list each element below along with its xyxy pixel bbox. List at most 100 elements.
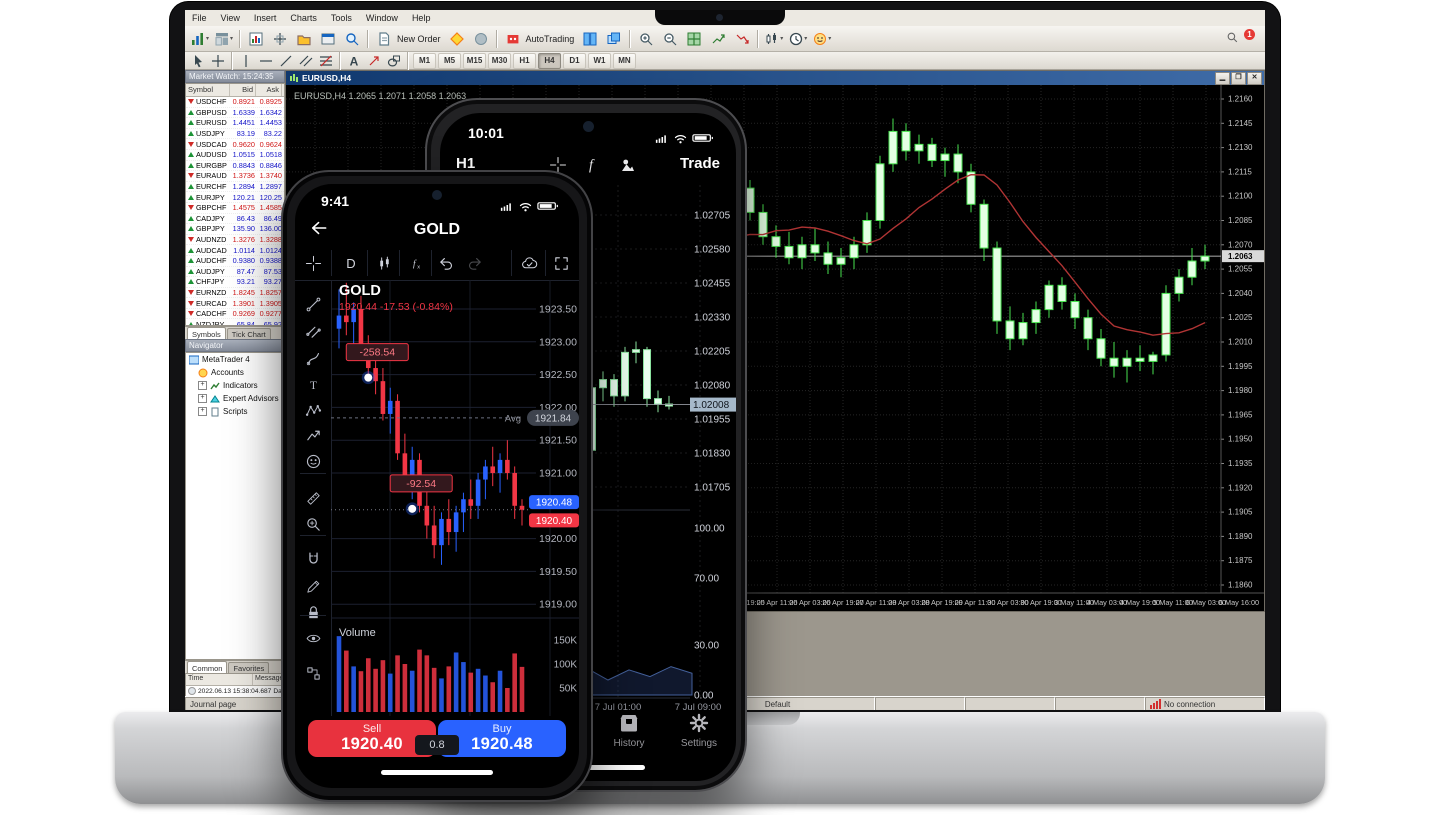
market-watch-button[interactable] xyxy=(245,28,267,50)
timeframe-m1-button[interactable]: M1 xyxy=(413,53,436,69)
timeframe-m5-button[interactable]: M5 xyxy=(438,53,461,69)
zoom-in-icon[interactable] xyxy=(302,513,324,535)
objects-tree-icon[interactable] xyxy=(302,662,324,684)
chart-type-button[interactable]: ▾ xyxy=(763,28,785,50)
restore-button[interactable]: ❐ xyxy=(1231,72,1246,85)
cursor-button[interactable] xyxy=(189,53,207,69)
symbol-row[interactable]: USDCHF0.89210.8925 xyxy=(186,97,284,108)
forecast-icon[interactable] xyxy=(302,424,324,446)
timeframe-d1-button[interactable]: D1 xyxy=(563,53,586,69)
expander-icon[interactable]: + xyxy=(198,381,207,390)
crosshair-icon[interactable] xyxy=(302,252,324,274)
symbol-row[interactable]: CHFJPY93.2193.27 xyxy=(186,277,284,288)
arrange-desc-button[interactable] xyxy=(731,28,753,50)
symbol-row[interactable]: USDCAD0.96200.9624 xyxy=(186,139,284,150)
equidistant-channel-button[interactable] xyxy=(297,53,315,69)
profiles-button[interactable]: ▾ xyxy=(213,28,235,50)
candles-icon[interactable] xyxy=(373,252,395,274)
timeframe-m30-button[interactable]: M30 xyxy=(488,53,511,69)
tree-item-accounts[interactable]: Accounts xyxy=(186,366,284,379)
undo-icon[interactable] xyxy=(435,252,457,274)
status-connection[interactable]: No connection xyxy=(1145,697,1265,710)
tree-item-indicators[interactable]: +Indicators xyxy=(186,379,284,392)
expander-icon[interactable]: + xyxy=(198,407,207,416)
expander-icon[interactable]: + xyxy=(198,394,207,403)
symbol-row[interactable]: EURNZD1.82451.8257 xyxy=(186,288,284,299)
symbol-row[interactable]: EURCHF1.28941.2897 xyxy=(186,182,284,193)
symbol-row[interactable]: USDJPY83.1983.22 xyxy=(186,129,284,140)
shapes-button[interactable] xyxy=(385,53,403,69)
objects-icon[interactable] xyxy=(617,154,639,176)
symbol-row[interactable]: AUDJPY87.4787.53 xyxy=(186,267,284,278)
timeframe-mn-button[interactable]: MN xyxy=(613,53,636,69)
menu-item-tools[interactable]: Tools xyxy=(324,13,359,23)
menu-item-help[interactable]: Help xyxy=(405,13,438,23)
symbol-row[interactable]: GBPJPY135.90136.00 xyxy=(186,224,284,235)
ruler-icon[interactable] xyxy=(302,487,324,509)
text-a-button[interactable]: A xyxy=(345,53,363,69)
symbol-row[interactable]: EURJPY120.21120.25 xyxy=(186,192,284,203)
tree-item-expert-advisors[interactable]: +Expert Advisors xyxy=(186,392,284,405)
xabcd-pattern-icon[interactable] xyxy=(302,399,324,421)
menu-item-charts[interactable]: Charts xyxy=(283,13,324,23)
timeframe-m15-button[interactable]: M15 xyxy=(463,53,486,69)
symbol-row[interactable]: AUDCAD1.01141.0124 xyxy=(186,245,284,256)
menu-item-window[interactable]: Window xyxy=(359,13,405,23)
function-f-icon[interactable]: f xyxy=(581,154,603,176)
text-tool-icon[interactable]: T xyxy=(302,374,324,396)
arrow-label-button[interactable] xyxy=(365,53,383,69)
symbol-row[interactable]: GBPCHF1.45751.4585 xyxy=(186,203,284,214)
search-icon[interactable] xyxy=(1226,31,1239,44)
drawing-lock-icon[interactable] xyxy=(302,575,324,597)
templates-button[interactable]: ▾ xyxy=(811,28,833,50)
menu-item-view[interactable]: View xyxy=(214,13,247,23)
arrange-asc-button[interactable] xyxy=(707,28,729,50)
full-screen-button[interactable] xyxy=(683,28,705,50)
horizontal-line-button[interactable] xyxy=(257,53,275,69)
back-arrow-icon[interactable] xyxy=(309,218,329,238)
trend-line-button[interactable] xyxy=(277,53,295,69)
terminal-panel-button[interactable] xyxy=(317,28,339,50)
symbol-row[interactable]: EURAUD1.37361.3740 xyxy=(186,171,284,182)
hide-drawings-icon[interactable] xyxy=(302,627,324,649)
home-indicator[interactable] xyxy=(381,770,493,775)
magnet-icon[interactable] xyxy=(302,548,324,570)
vertical-line-button[interactable] xyxy=(237,53,255,69)
redo-icon[interactable] xyxy=(463,252,485,274)
symbol-row[interactable]: EURCAD1.39011.3905 xyxy=(186,298,284,309)
nav-item-history[interactable]: History xyxy=(598,711,660,767)
zoom-out-button[interactable] xyxy=(659,28,681,50)
trend-line-icon[interactable] xyxy=(302,293,324,315)
autotrading-button[interactable] xyxy=(502,28,524,50)
tree-item-metatrader-4[interactable]: MetaTrader 4 xyxy=(186,353,284,366)
brush-icon[interactable] xyxy=(302,347,324,369)
symbol-row[interactable]: EURGBP0.88430.8846 xyxy=(186,161,284,172)
metaeditor-button[interactable] xyxy=(446,28,468,50)
symbol-row[interactable]: AUDUSD1.05151.0518 xyxy=(186,150,284,161)
timeframe-h4-button[interactable]: H4 xyxy=(538,53,561,69)
mql5-community-button[interactable] xyxy=(470,28,492,50)
emoji-icon[interactable] xyxy=(302,450,324,472)
period-button[interactable]: ▾ xyxy=(787,28,809,50)
symbol-row[interactable]: EURUSD1.44511.4453 xyxy=(186,118,284,129)
lock-all-icon[interactable] xyxy=(302,601,324,623)
tree-item-scripts[interactable]: +Scripts xyxy=(186,405,284,418)
timeframe-selector[interactable]: D xyxy=(340,252,362,274)
gold-chart[interactable]: 1924.001923.501923.001922.501922.001921.… xyxy=(331,280,579,716)
navigator-button[interactable] xyxy=(293,28,315,50)
symbol-row[interactable]: CADJPY86.4386.49 xyxy=(186,214,284,225)
fullscreen-icon[interactable] xyxy=(550,252,572,274)
symbol-row[interactable]: AUDNZD1.32761.3288 xyxy=(186,235,284,246)
data-window-button[interactable] xyxy=(269,28,291,50)
menu-item-insert[interactable]: Insert xyxy=(247,13,284,23)
zoom-in-button[interactable] xyxy=(635,28,657,50)
timeframe-w1-button[interactable]: W1 xyxy=(588,53,611,69)
cascade-windows-button[interactable] xyxy=(603,28,625,50)
minimize-button[interactable]: ▁ xyxy=(1215,72,1230,85)
new-order-button[interactable] xyxy=(373,28,395,50)
chart-window-titlebar[interactable]: EURUSD,H4 ▁ ❐ ✕ xyxy=(286,71,1264,85)
trade-button[interactable]: Trade xyxy=(680,155,720,172)
timeframe-h1-button[interactable]: H1 xyxy=(513,53,536,69)
channels-icon[interactable] xyxy=(302,320,324,342)
fibonacci-button[interactable] xyxy=(317,53,335,69)
